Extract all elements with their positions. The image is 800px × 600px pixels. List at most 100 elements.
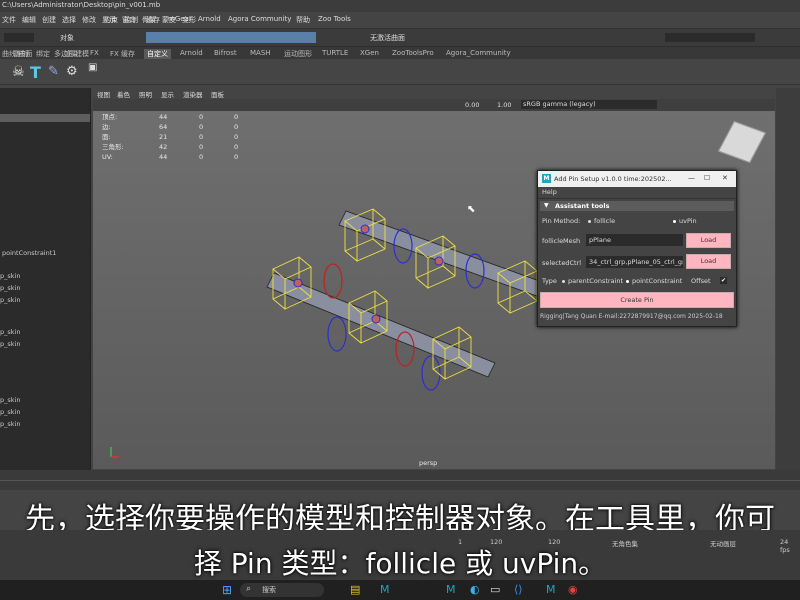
shelf-tab[interactable]: Bifrost [214, 49, 237, 57]
shelf-tab[interactable]: 雕刻 [14, 49, 28, 59]
shelf-tab[interactable]: 渲染 [64, 49, 78, 59]
terminal-icon[interactable]: ▭ [490, 583, 500, 596]
radio-point-constraint-label[interactable]: pointConstraint [632, 277, 682, 285]
shelf-tab[interactable]: 运动图形 [284, 49, 312, 59]
type-label: Type [542, 277, 557, 285]
radio-uvpin-label[interactable]: uvPin [679, 217, 697, 225]
search-icon: ⌕ [246, 584, 252, 594]
joint-tool-icon[interactable]: T [30, 63, 41, 82]
radio-parent-constraint-label[interactable]: parentConstraint [568, 277, 623, 285]
menu-item[interactable]: Zoo Tools [318, 15, 351, 23]
radio-parent-constraint-icon[interactable] [562, 280, 565, 283]
command-field[interactable] [665, 33, 755, 42]
shelf-tab[interactable]: TURTLE [322, 49, 348, 57]
maya-taskbar-icon[interactable]: M [380, 583, 390, 596]
main-menubar: 文件 编辑 创建 选择 修改 显示 窗口 骨架 蒙皮 变形 约束 控制 缓存 m… [0, 12, 800, 29]
add-pin-dialog: M Add Pin Setup v1.0.0 time:202502... — … [537, 170, 737, 327]
radio-uvpin-icon[interactable] [673, 220, 676, 223]
load-ctrl-button[interactable]: Load [686, 254, 731, 269]
minimize-icon[interactable]: — [688, 174, 695, 182]
pin-method-label: Pin Method: [542, 217, 581, 225]
menu-item[interactable]: Agora Community [228, 15, 291, 23]
outliner-item[interactable]: p_skin [0, 272, 20, 280]
shelf-tab[interactable]: FX [90, 49, 99, 57]
selected-ctrl-label: selectedCtrl [542, 259, 582, 267]
shelf-script-icon[interactable]: ▣ [88, 62, 97, 73]
colorspace-dropdown[interactable]: sRGB gamma (legacy) [521, 100, 657, 109]
radio-follicle-label[interactable]: follicle [594, 217, 615, 225]
dialog-menubar: Help [538, 187, 736, 199]
menu-item[interactable]: 控制 [124, 15, 138, 25]
radio-point-constraint-icon[interactable] [626, 280, 629, 283]
help-menu[interactable]: Help [542, 188, 557, 196]
app-icon[interactable]: ◉ [568, 583, 578, 596]
outliner-item[interactable]: p_skin [0, 408, 20, 416]
shelf-tabs: 曲线/曲面 多边形建模 雕刻 绑定 渲染 FX FX 缓存 自定义 Arnold… [0, 47, 800, 59]
mode-dropdown[interactable] [4, 33, 34, 42]
viewport-menubar: 视图 着色 照明 显示 渲染器 面板 [93, 88, 775, 99]
skull-icon[interactable]: ☠ [12, 64, 25, 80]
vscode-icon[interactable]: ⟨⟩ [514, 583, 523, 596]
close-icon[interactable]: ✕ [722, 174, 728, 182]
bind-skin-icon[interactable]: ⚙ [66, 64, 78, 79]
menu-item[interactable]: mGear [168, 15, 192, 23]
viewport-menu-item[interactable]: 着色 [117, 89, 130, 99]
outliner-item[interactable]: p_skin [0, 340, 20, 348]
section-header[interactable]: ▼ Assistant tools [540, 201, 734, 211]
maximize-icon[interactable]: ☐ [704, 174, 710, 182]
object-mode-label[interactable]: 对象 [60, 33, 74, 43]
timeline[interactable] [0, 470, 800, 490]
timeline-ruler [0, 480, 800, 481]
selected-ctrl-field[interactable]: 34_ctrl_grp,pPlane_05_ctrl_grp [586, 256, 683, 268]
shelf-tab[interactable]: MASH [250, 49, 271, 57]
viewport-menu-item[interactable]: 照明 [139, 89, 152, 99]
shelf-tab[interactable]: Agora_Community [446, 49, 511, 57]
outliner-item[interactable]: pointConstraint1 [2, 249, 56, 257]
edge-icon[interactable]: ◐ [470, 583, 480, 596]
section-title: Assistant tools [555, 202, 610, 210]
outliner-item[interactable]: p_skin [0, 420, 20, 428]
viewport-menu-item[interactable]: 视图 [97, 89, 110, 99]
exposure-field[interactable]: 0.00 [465, 101, 479, 109]
maya-taskbar-icon-3[interactable]: M [546, 583, 556, 596]
dialog-titlebar: M Add Pin Setup v1.0.0 time:202502... — … [538, 171, 736, 187]
outliner-item[interactable]: p_skin [0, 296, 20, 304]
shelf-tab[interactable]: FX 缓存 [110, 49, 135, 59]
outliner-item[interactable]: p_skin [0, 328, 20, 336]
shelf-tab[interactable]: 绑定 [36, 49, 50, 59]
pin-locator [371, 314, 381, 324]
collapse-arrow-icon[interactable]: ▼ [544, 202, 549, 209]
windows-start-icon[interactable]: ⊞ [222, 583, 232, 597]
follicle-mesh-field[interactable]: pPlane [586, 234, 683, 246]
load-mesh-button[interactable]: Load [686, 233, 731, 248]
menu-item[interactable]: 帮助 [296, 15, 310, 25]
offset-label: Offset [691, 277, 711, 285]
gamma-field[interactable]: 1.00 [497, 101, 511, 109]
outliner-item[interactable]: p_skin [0, 284, 20, 292]
taskbar-search-box[interactable]: ⌕ 搜索 [240, 583, 324, 597]
menu-item[interactable]: 选择 [62, 15, 76, 25]
shelf-tab-active[interactable]: 自定义 [144, 49, 171, 59]
radio-follicle-icon[interactable] [588, 220, 591, 223]
shelf-tab[interactable]: XGen [360, 49, 379, 57]
viewport-menu-item[interactable]: 显示 [161, 89, 174, 99]
offset-checkbox[interactable]: ✔ [720, 277, 727, 284]
create-pin-button[interactable]: Create Pin [540, 292, 734, 308]
viewport-menu-item[interactable]: 渲染器 [183, 89, 203, 99]
live-surface-label[interactable]: 无激活曲面 [370, 33, 405, 43]
menu-item[interactable]: 约束 [104, 15, 118, 25]
shelf-tab[interactable]: Arnold [180, 49, 203, 57]
menu-item[interactable]: 创建 [42, 15, 56, 25]
menu-item[interactable]: 文件 [2, 15, 16, 25]
file-explorer-icon[interactable]: ▤ [350, 583, 360, 596]
menu-item[interactable]: Arnold [198, 15, 221, 23]
viewport-menu-item[interactable]: 面板 [211, 89, 224, 99]
menu-item[interactable]: 缓存 [146, 15, 160, 25]
menu-item[interactable]: 编辑 [22, 15, 36, 25]
selection-toolbar[interactable] [146, 32, 316, 43]
shelf-tab[interactable]: ZooToolsPro [392, 49, 434, 57]
maya-taskbar-icon-2[interactable]: M [446, 583, 456, 596]
outliner-item[interactable]: p_skin [0, 396, 20, 404]
paint-weights-icon[interactable]: ✎ [48, 64, 59, 79]
menu-item[interactable]: 修改 [82, 15, 96, 25]
